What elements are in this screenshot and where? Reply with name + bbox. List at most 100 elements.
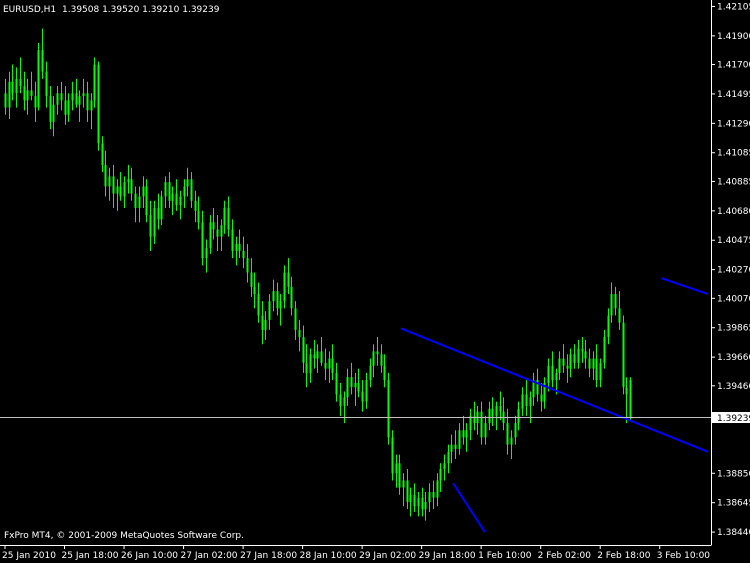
candle-body <box>201 222 204 259</box>
time-tick-label: 2 Feb 18:00 <box>597 551 651 561</box>
candle-body <box>90 100 93 111</box>
time-tick-label: 3 Feb 10:00 <box>657 551 711 561</box>
candle-body <box>205 248 208 259</box>
candle-body <box>75 93 78 105</box>
candle-body <box>52 104 55 122</box>
candle-body <box>354 382 357 388</box>
candle-body <box>11 81 14 94</box>
candle-body <box>30 90 33 97</box>
candle-body <box>592 358 595 369</box>
candle-body <box>577 348 580 363</box>
candle-body <box>179 196 182 206</box>
ohlc-readout: 1.39508 1.39520 1.39210 1.39239 <box>62 5 220 15</box>
candle-body <box>8 81 11 108</box>
candle-body <box>279 301 282 309</box>
candle-body <box>26 90 29 101</box>
candle-body <box>454 444 457 449</box>
time-tick-label: 27 Jan 18:00 <box>240 551 297 561</box>
time-tick-label: 1 Feb 10:00 <box>478 551 532 561</box>
candle-body <box>268 301 271 320</box>
candle-body <box>313 354 316 359</box>
candle-body <box>101 143 104 165</box>
candle-body <box>324 362 327 369</box>
candle-body <box>517 408 520 424</box>
candle-body <box>197 210 200 223</box>
candle-body <box>290 286 293 309</box>
candle-body <box>402 480 405 488</box>
candle-body <box>629 380 632 418</box>
price-tick-label: 1.41900 <box>717 32 750 42</box>
price-tick-label: 1.39865 <box>717 324 750 334</box>
price-tick-label: 1.42105 <box>717 2 750 12</box>
candle-body <box>246 258 249 273</box>
candle-body <box>153 207 156 237</box>
price-tick-label: 1.41495 <box>717 90 750 100</box>
candle-body <box>562 358 565 366</box>
candle-body <box>417 497 420 507</box>
candle-body <box>331 358 334 373</box>
candle-body <box>573 354 576 363</box>
candle-body <box>209 222 212 249</box>
price-tick-label: 1.40885 <box>717 177 750 187</box>
candle-body <box>183 186 186 197</box>
price-tick-label: 1.40475 <box>717 236 750 246</box>
time-tick-label: 25 Jan 18:00 <box>62 551 119 561</box>
candle-body <box>164 182 167 197</box>
current-price-label: 1.39239 <box>717 414 750 424</box>
price-chart[interactable]: 1.42105 1.41900 1.41700 1.41495 1.41290 1.410… <box>0 0 750 563</box>
candle-body <box>145 186 148 216</box>
candle-body <box>23 86 26 101</box>
candle-body <box>343 397 346 406</box>
candle-body <box>223 207 226 226</box>
candle-body <box>168 182 171 201</box>
candle-body <box>316 351 319 359</box>
candle-body <box>261 315 264 330</box>
candle-body <box>409 494 412 502</box>
time-tick-label: 28 Jan 10:00 <box>300 551 357 561</box>
candle-body <box>581 348 584 352</box>
candle-body <box>41 50 44 72</box>
candle-body <box>584 351 587 359</box>
price-tick-label: 1.40680 <box>717 207 750 217</box>
candle-body <box>443 463 446 469</box>
copyright-label: FxPro MT4, © 2001-2009 MetaQuotes Softwa… <box>4 531 244 541</box>
candle-body <box>372 351 375 366</box>
candle-body <box>413 494 416 507</box>
current-price-marker: 1.39239 <box>712 412 750 424</box>
candle-body <box>439 468 442 481</box>
time-tick-label: 25 Jan 2010 <box>2 551 56 561</box>
candle-body <box>171 193 174 201</box>
candle-body <box>130 179 133 194</box>
candle-body <box>220 225 223 237</box>
chart-background <box>0 0 750 563</box>
candle-body <box>71 93 74 101</box>
candle-body <box>37 50 40 108</box>
candle-body <box>257 294 260 316</box>
candle-body <box>380 354 383 366</box>
candle-body <box>595 358 598 381</box>
candle-body <box>56 93 59 105</box>
candle-body <box>60 93 63 101</box>
candle-body <box>19 78 22 87</box>
candle-body <box>298 329 301 338</box>
candle-body <box>376 351 379 355</box>
candle-body <box>4 93 7 108</box>
candle-body <box>432 491 435 498</box>
candle-body <box>361 391 364 402</box>
candle-body <box>387 380 390 438</box>
price-tick-label: 1.38645 <box>717 499 750 509</box>
time-tick-label: 27 Jan 02:00 <box>181 551 238 561</box>
candle-body <box>238 243 241 251</box>
candle-body <box>112 176 115 194</box>
candle-body <box>175 193 178 206</box>
candle-body <box>242 250 245 259</box>
candle-body <box>599 362 602 381</box>
candle-body <box>283 272 286 302</box>
candle-body <box>302 337 305 363</box>
candle-body <box>458 430 461 449</box>
candle-body <box>212 222 215 230</box>
candle-body <box>450 444 453 452</box>
candle-body <box>116 186 119 194</box>
price-tick-label: 1.39660 <box>717 353 750 363</box>
price-tick-label: 1.38850 <box>717 469 750 479</box>
